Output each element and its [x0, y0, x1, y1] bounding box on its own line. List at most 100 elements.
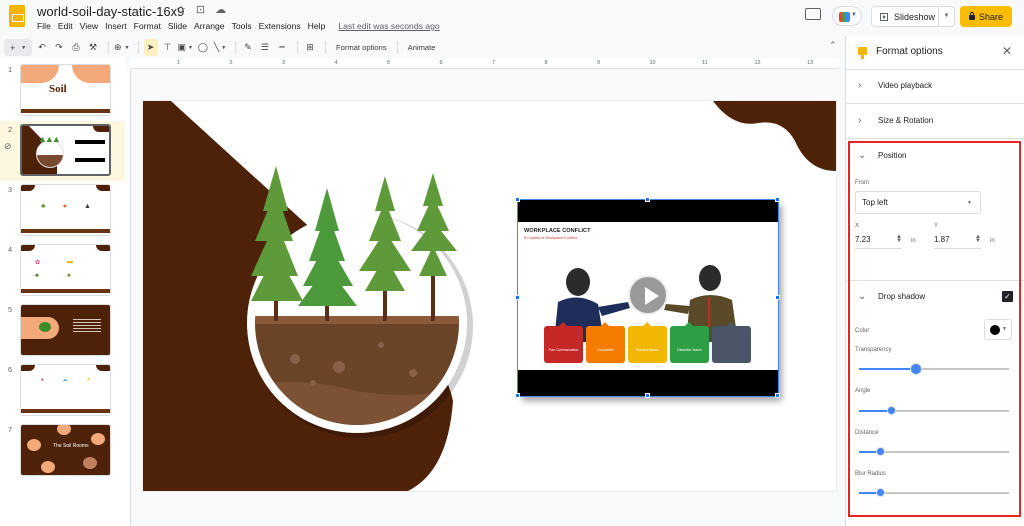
new-slide-button[interactable]: + ▼ [4, 39, 32, 56]
resize-handle-nw[interactable] [515, 197, 520, 202]
resize-handle-sw[interactable] [515, 393, 520, 398]
chevron-right-icon: › [858, 115, 862, 126]
menu-insert[interactable]: Insert [105, 21, 127, 31]
slideshow-icon [880, 12, 888, 21]
slide-thumbnail-6[interactable]: 6 ♦ ☁ ☀ [0, 361, 125, 421]
share-button[interactable]: Share [960, 6, 1012, 27]
vertical-ruler[interactable] [125, 69, 131, 526]
menu-edit[interactable]: Edit [58, 21, 73, 31]
menu-slide[interactable]: Slide [168, 21, 187, 31]
panel-title: Format options [876, 46, 943, 57]
resize-handle-w[interactable] [515, 295, 520, 300]
ruler-mark: 8 [544, 60, 548, 66]
ruler-mark: 11 [702, 60, 708, 66]
menu-extensions[interactable]: Extensions [259, 21, 301, 31]
share-label: Share [978, 11, 1004, 22]
shape-icon[interactable]: ◯ [196, 39, 210, 56]
slide-number: 3 [8, 185, 13, 194]
close-icon[interactable]: ✕ [1002, 44, 1012, 58]
border-weight-icon[interactable]: ☰ [258, 39, 272, 56]
divider [137, 41, 139, 54]
comment-history-icon[interactable] [805, 8, 821, 20]
link-icon: ⊘ [4, 141, 12, 151]
menu-view[interactable]: View [80, 21, 98, 31]
divider [324, 41, 326, 54]
paint-format-icon[interactable]: ⚒ [86, 39, 100, 56]
line-icon[interactable]: ╲ ▼ [213, 39, 227, 56]
format-options-button[interactable]: Format options [336, 43, 387, 52]
slide-number: 1 [8, 65, 13, 74]
menu-arrange[interactable]: Arrange [194, 21, 225, 31]
text-box-icon[interactable]: ⊤ [161, 39, 175, 56]
slide-preview[interactable]: ▲▲▲ [20, 124, 111, 176]
slide-preview[interactable]: ♣ ● ▲ [20, 184, 111, 236]
star-icon[interactable]: ☆ [176, 3, 186, 16]
slide-number: 4 [8, 245, 13, 254]
ruler-mark: 4 [334, 60, 338, 66]
folder-icon[interactable]: ⊡ [196, 3, 205, 16]
menu-file[interactable]: File [37, 21, 51, 31]
chevron-down-icon: ▼ [21, 44, 27, 51]
ruler-mark: 10 [649, 60, 656, 66]
highlight-box [848, 141, 1021, 517]
slide-thumbnail-4[interactable]: 4 ✿ ▬ ♣ ♣ [0, 241, 125, 301]
slide-preview[interactable] [20, 304, 111, 356]
menu-format[interactable]: Format [134, 21, 161, 31]
border-color-icon[interactable]: ✎ [241, 39, 255, 56]
comment-add-icon[interactable]: ⊞ [303, 39, 317, 56]
slideshow-dropdown[interactable]: ▼ [938, 7, 954, 26]
select-icon[interactable]: ➤ [143, 39, 158, 56]
print-icon[interactable]: ⎙ [69, 39, 83, 56]
redo-icon[interactable]: ↷ [52, 39, 66, 56]
zoom-icon[interactable]: ⊕ ▼ [114, 39, 130, 56]
ruler-mark: 12 [754, 60, 761, 66]
section-label: Video playback [878, 81, 933, 90]
meet-button[interactable]: ▼ [832, 6, 862, 26]
slide-number: 7 [8, 425, 13, 434]
slide-preview[interactable]: ✿ ▬ ♣ ♣ [20, 244, 111, 296]
slide-thumbnail-7[interactable]: 7 The Soil Rooms [0, 421, 125, 481]
divider [234, 41, 236, 54]
divider [396, 41, 398, 54]
slide-preview[interactable]: The Soil Rooms [20, 424, 111, 476]
menu-tools[interactable]: Tools [232, 21, 252, 31]
resize-handle-n[interactable] [645, 197, 650, 202]
ruler-mark: 9 [597, 60, 601, 66]
image-icon[interactable]: ▣ ▼ [178, 39, 193, 56]
resize-handle-ne[interactable] [775, 197, 780, 202]
section-video-playback[interactable]: › Video playback [846, 70, 1024, 104]
slide-thumbnail-1[interactable]: 1 Soil [0, 61, 125, 121]
horizontal-ruler[interactable]: 1 2 3 4 5 6 7 8 9 10 11 12 13 [131, 59, 839, 69]
ruler-mark: 2 [229, 60, 233, 66]
ruler-mark: 5 [387, 60, 391, 66]
menu-help[interactable]: Help [308, 21, 326, 31]
menu-bar: File Edit View Insert Format Slide Arran… [37, 21, 447, 31]
slide-thumbnail-2[interactable]: 2 ⊘ ▲▲▲ [0, 121, 125, 181]
slide-thumbnail-3[interactable]: 3 ♣ ● ▲ [0, 181, 125, 241]
ruler-mark: 3 [282, 60, 286, 66]
slide-thumbnail-5[interactable]: 5 [0, 301, 125, 361]
title-bar: world-soil-day-static-16x9 ☆ ⊡ ☁ File Ed… [0, 0, 1024, 36]
cloud-icon[interactable]: ☁ [215, 3, 226, 16]
animate-button[interactable]: Animate [408, 43, 436, 52]
undo-icon[interactable]: ↶ [35, 39, 49, 56]
resize-handle-s[interactable] [645, 393, 650, 398]
embedded-video[interactable]: WORKPLACE CONFLICT 5 Culprits of Workpla… [515, 197, 780, 398]
resize-handle-e[interactable] [775, 295, 780, 300]
slide-preview[interactable]: ♦ ☁ ☀ [20, 364, 111, 416]
ruler-mark: 1 [177, 60, 181, 66]
ruler-mark: 7 [492, 60, 496, 66]
last-edit-link[interactable]: Last edit was seconds ago [338, 21, 439, 31]
section-size-rotation[interactable]: › Size & Rotation [846, 105, 1024, 139]
ruler-mark: 6 [439, 60, 443, 66]
slide-preview[interactable]: Soil [20, 64, 111, 116]
resize-handle-se[interactable] [775, 393, 780, 398]
slideshow-button[interactable]: Slideshow ▼ [871, 6, 955, 27]
document-title[interactable]: world-soil-day-static-16x9 [37, 4, 184, 19]
soil-shape-top-right [713, 101, 836, 171]
border-dash-icon[interactable]: ┅ [275, 39, 289, 56]
slide-number: 2 [8, 125, 13, 134]
slide-number: 5 [8, 305, 13, 314]
slides-logo-icon[interactable] [9, 5, 25, 27]
collapse-menus-icon[interactable]: ⌃ [829, 40, 837, 51]
